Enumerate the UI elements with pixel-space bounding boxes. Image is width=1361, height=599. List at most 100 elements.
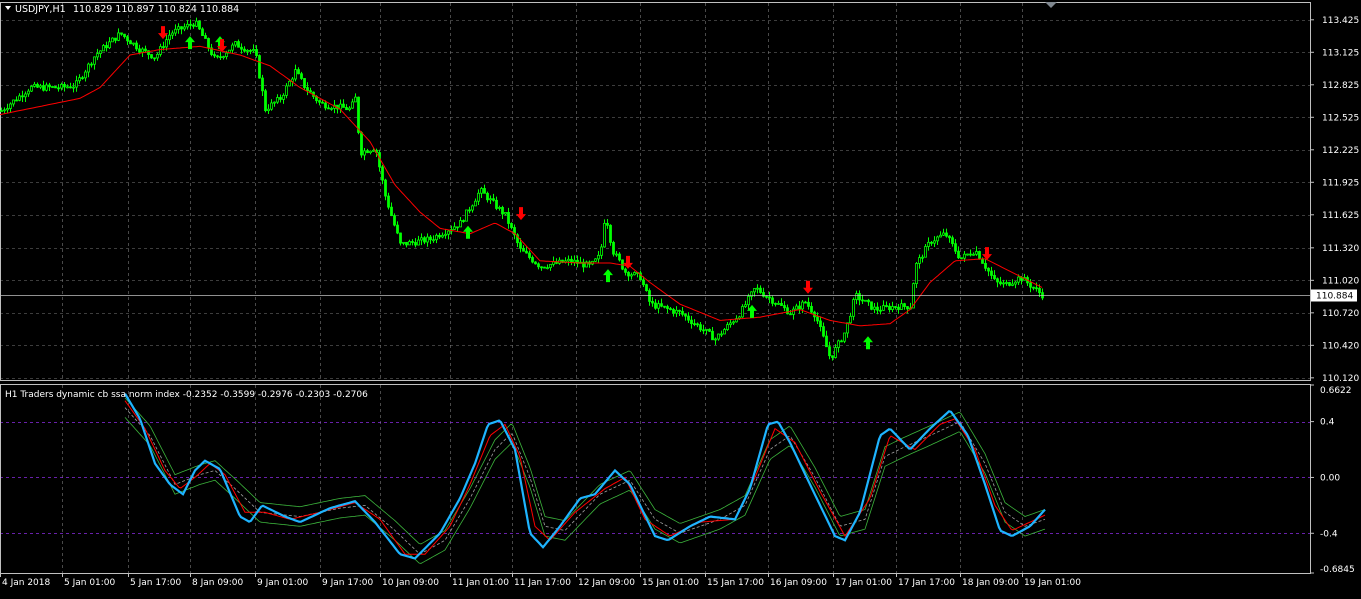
candle-body xyxy=(990,270,993,276)
candle-body xyxy=(660,303,663,307)
candle-body xyxy=(174,28,177,34)
main-y-axis: 113.425 113.125 112.825 112.525 112.225 111.9… xyxy=(1310,16,1359,384)
y-tick-label: 110.120 xyxy=(1322,374,1359,384)
candle-body xyxy=(807,301,810,307)
candle-body xyxy=(429,236,432,241)
shift-marker-icon[interactable] xyxy=(1045,2,1057,8)
candle-body xyxy=(507,212,510,224)
y-tick-label: 113.125 xyxy=(1322,48,1359,58)
x-tick-label: 11 Jan 17:00 xyxy=(514,578,571,588)
candle-body xyxy=(87,63,90,73)
candle-body xyxy=(885,305,888,307)
candle-body xyxy=(786,307,789,315)
candle-body xyxy=(51,86,54,88)
y-tick-label: 112.825 xyxy=(1322,81,1359,91)
candle-body xyxy=(96,53,99,58)
candle-body xyxy=(666,306,669,309)
candle-body xyxy=(114,37,117,41)
candle-body xyxy=(198,20,201,30)
candle-body xyxy=(402,241,405,244)
candle-body xyxy=(720,333,723,336)
candle-body xyxy=(207,38,210,49)
candle-body xyxy=(399,232,402,244)
time-axis: 4 Jan 2018 5 Jan 01:00 5 Jan 17:00 8 Jan 09… xyxy=(0,573,1081,588)
candle-body xyxy=(843,332,846,342)
candle-body xyxy=(345,107,348,111)
candle-body xyxy=(783,305,786,309)
indicator-header: H1 Traders dynamic cb ssa norm index -0.… xyxy=(5,390,368,400)
candle-body xyxy=(342,103,345,108)
candle-body xyxy=(204,35,207,39)
candle-body xyxy=(1011,283,1014,286)
candle-body xyxy=(108,41,111,49)
candle-body xyxy=(252,49,255,52)
candle-body xyxy=(540,266,543,269)
x-tick-label: 17 Jan 17:00 xyxy=(898,578,955,588)
candle-body xyxy=(213,54,216,57)
candle-body xyxy=(492,198,495,201)
candle-body xyxy=(120,32,123,35)
candle-body xyxy=(111,37,114,43)
candle-body xyxy=(9,103,12,109)
candle-body xyxy=(84,71,87,79)
candle-body xyxy=(39,85,42,88)
candle-body xyxy=(354,96,357,103)
candle-body xyxy=(189,23,192,26)
candle-body xyxy=(489,198,492,201)
candle-body xyxy=(393,215,396,226)
candle-body xyxy=(645,284,648,291)
candle-body xyxy=(936,236,939,242)
candle-body xyxy=(828,346,831,357)
candle-body xyxy=(456,226,459,229)
candle-body xyxy=(714,338,717,341)
candle-body xyxy=(405,241,408,246)
candle-body xyxy=(747,295,750,306)
candle-body xyxy=(264,90,267,112)
candle-body xyxy=(483,188,486,194)
candle-body xyxy=(495,199,498,209)
candle-body xyxy=(663,305,666,308)
candle-body xyxy=(390,206,393,216)
candle-body xyxy=(411,241,414,243)
candle-body xyxy=(981,258,984,264)
candle-body xyxy=(258,55,261,79)
candle-body xyxy=(363,150,366,156)
trading-chart[interactable]: 110.884 113.425 113.125 112.825 112.525 112.… xyxy=(0,0,1361,595)
chevron-down-icon[interactable] xyxy=(5,6,11,10)
candle-body xyxy=(726,324,729,330)
candle-body xyxy=(618,253,621,261)
x-tick-label: 15 Jan 01:00 xyxy=(642,578,699,588)
candle-body xyxy=(753,288,756,293)
candle-body xyxy=(1005,282,1008,284)
candle-body xyxy=(945,232,948,237)
candle-body xyxy=(963,253,966,259)
candle-body xyxy=(924,246,927,258)
candle-body xyxy=(795,305,798,310)
candle-body xyxy=(261,77,264,92)
candle-body xyxy=(60,83,63,89)
candle-body xyxy=(309,90,312,93)
candle-body xyxy=(894,306,897,308)
candle-body xyxy=(861,299,864,302)
x-tick-label: 9 Jan 01:00 xyxy=(257,578,309,588)
candle-body xyxy=(1035,287,1038,290)
candle-body xyxy=(117,32,120,41)
candle-body xyxy=(192,24,195,27)
candle-body xyxy=(321,101,324,104)
candle-body xyxy=(927,241,930,247)
candle-body xyxy=(444,233,447,236)
candle-body xyxy=(504,212,507,215)
x-tick-label: 5 Jan 17:00 xyxy=(130,578,182,588)
y-tick-label: 112.525 xyxy=(1322,113,1359,123)
candle-body xyxy=(156,53,159,59)
indicator-lines xyxy=(124,393,1046,564)
candle-body xyxy=(1032,286,1035,289)
candle-body xyxy=(819,320,822,328)
candle-body xyxy=(153,57,156,60)
candle-body xyxy=(27,90,30,95)
candle-body xyxy=(810,305,813,313)
candle-body xyxy=(3,109,6,112)
candle-body xyxy=(135,42,138,50)
chart-canvas[interactable]: 110.884 113.425 113.125 112.825 112.525 112.… xyxy=(0,0,1361,595)
lower-band-line xyxy=(124,417,1046,564)
